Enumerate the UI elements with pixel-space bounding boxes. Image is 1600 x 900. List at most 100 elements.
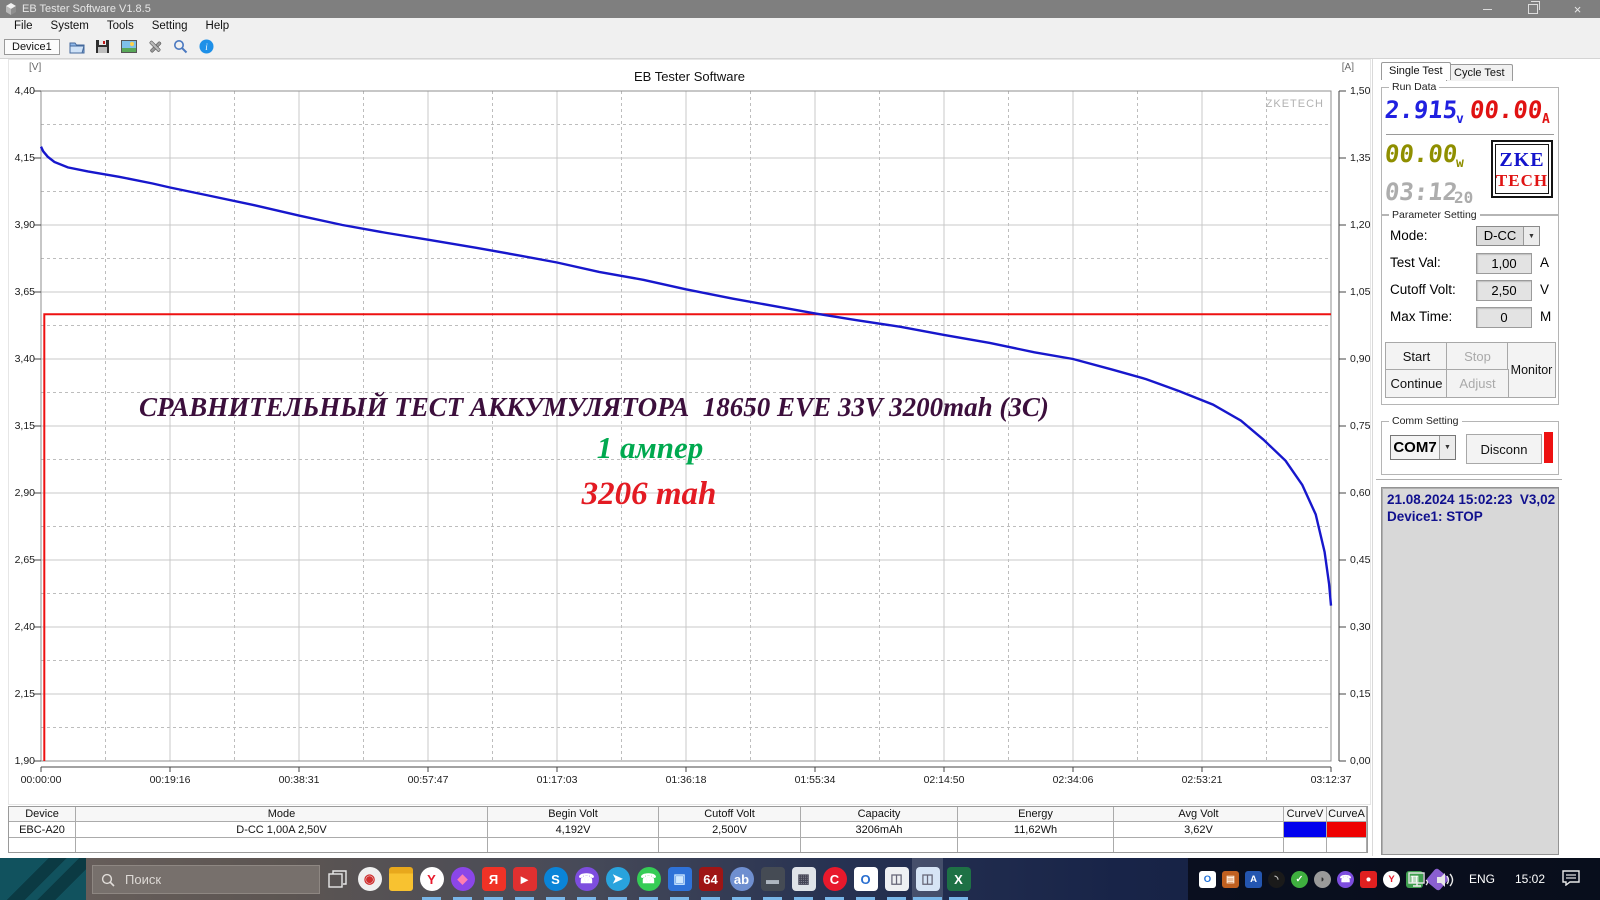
device-tab[interactable]: Device1 <box>4 39 60 55</box>
antivirus-tray-icon: ✓ <box>1291 871 1308 888</box>
chevron-down-icon[interactable]: ▼ <box>1439 436 1455 459</box>
disconnect-button[interactable]: Disconn <box>1466 434 1542 464</box>
zona-icon[interactable]: O <box>850 858 881 900</box>
voltage-unit: v <box>1456 112 1464 127</box>
power-display: 00.00 <box>1384 140 1459 168</box>
results-table: DeviceModeBegin VoltCutoff VoltCapacityE… <box>8 806 1368 853</box>
tools-icon[interactable] <box>146 38 164 55</box>
time-display: 03:12 <box>1384 178 1459 206</box>
menu-help[interactable]: Help <box>197 18 239 35</box>
file-explorer-icon[interactable] <box>385 858 416 900</box>
max-time-field[interactable]: 0 <box>1476 307 1532 328</box>
browser-o-tray-icon[interactable]: O <box>1196 871 1219 888</box>
menu-system[interactable]: System <box>42 18 98 35</box>
table-cell <box>801 838 958 852</box>
recorder-tray-icon: ● <box>1360 871 1377 888</box>
calculator-icon[interactable]: ▦ <box>788 858 819 900</box>
photos-icon[interactable]: ▣ <box>664 858 695 900</box>
tab-single-test[interactable]: Single Test <box>1381 62 1451 80</box>
table-header-row: DeviceModeBegin VoltCutoff VoltCapacityE… <box>9 807 1367 822</box>
eb-tester-active-icon[interactable]: ◫ <box>912 858 943 900</box>
taskbar-clock[interactable]: 15:02 <box>1506 872 1554 886</box>
y-left-tick-label: 2,65 <box>9 554 35 566</box>
close-button[interactable]: × <box>1555 0 1600 18</box>
menu-setting[interactable]: Setting <box>143 18 197 35</box>
start-button[interactable] <box>0 858 86 900</box>
continue-button[interactable]: Continue <box>1385 369 1448 398</box>
about-icon[interactable]: i <box>198 38 216 55</box>
column-header: Device <box>9 807 76 822</box>
logo-zke-text: ZKE <box>1499 149 1544 171</box>
yandex-tray-icon[interactable]: Y <box>1380 871 1403 888</box>
language-indicator[interactable]: ENG <box>1462 872 1502 886</box>
x-tick-label: 01:17:03 <box>525 774 589 786</box>
monitor-button[interactable]: Monitor <box>1507 342 1556 398</box>
notification-icon[interactable] <box>1562 870 1580 891</box>
viber-tray-icon[interactable]: ☎ <box>1334 871 1357 888</box>
menu-tools[interactable]: Tools <box>98 18 143 35</box>
adjust-button[interactable]: Adjust <box>1446 369 1509 398</box>
y-left-tick-label: 4,15 <box>9 152 35 164</box>
menu-bar: FileSystemToolsSettingHelp <box>0 18 1600 35</box>
zketech-logo: ZKE TECH <box>1491 140 1553 198</box>
taskbar-search[interactable] <box>92 865 320 894</box>
eb-tester-active-icon: ◫ <box>916 867 940 891</box>
com-port-dropdown[interactable]: COM7 ▼ <box>1390 435 1456 460</box>
ab-app-icon[interactable]: ab <box>726 858 757 900</box>
column-header: Begin Volt <box>488 807 659 822</box>
skype-icon[interactable]: S <box>540 858 571 900</box>
x-tick-label: 02:14:50 <box>912 774 976 786</box>
table-cell: 3,62V <box>1114 822 1284 838</box>
search-input[interactable] <box>123 871 287 888</box>
eb-tester-icon[interactable]: ◫ <box>881 858 912 900</box>
player-app-icon[interactable]: ► <box>509 858 540 900</box>
excel-icon[interactable]: X <box>943 858 974 900</box>
media-app-icon[interactable]: ◉ <box>354 858 385 900</box>
app64-icon[interactable]: 64 <box>695 858 726 900</box>
books-tray-icon[interactable]: ▤ <box>1219 871 1242 888</box>
export-image-icon[interactable] <box>120 38 138 55</box>
yandex-start-icon[interactable]: C <box>819 858 850 900</box>
satellite-tray-icon: ◝ <box>1268 871 1285 888</box>
whatsapp-icon[interactable]: ☎ <box>633 858 664 900</box>
yandex-app-icon[interactable]: Я <box>478 858 509 900</box>
column-header: CurveA <box>1327 807 1367 822</box>
table-cell: D-CC 1,00A 2,50V <box>76 822 488 838</box>
recorder-tray-icon[interactable]: ● <box>1357 871 1380 888</box>
network-icon[interactable] <box>1408 872 1430 888</box>
telegram-icon[interactable]: ➤ <box>602 858 633 900</box>
satellite-tray-icon[interactable]: ◝ <box>1265 871 1288 888</box>
minimize-button[interactable] <box>1465 0 1510 18</box>
yandex-music-icon: ◆ <box>451 867 475 891</box>
toolbar: Device1 i <box>0 35 1600 59</box>
restore-button[interactable] <box>1510 0 1555 18</box>
current-unit: A <box>1542 112 1550 127</box>
antivirus-tray-icon[interactable]: ✓ <box>1288 871 1311 888</box>
translator-tray-icon: A <box>1245 871 1262 888</box>
tab-cycle-test[interactable]: Cycle Test <box>1446 64 1513 81</box>
start-button[interactable]: Start <box>1385 342 1448 371</box>
stop-button[interactable]: Stop <box>1446 342 1509 371</box>
current-display: 00.00 <box>1469 96 1544 124</box>
device-tray-icon[interactable]: ◗ <box>1311 871 1334 888</box>
zoom-icon[interactable] <box>172 38 190 55</box>
yandex-browser-icon: Y <box>420 867 444 891</box>
translator-tray-icon[interactable]: A <box>1242 871 1265 888</box>
chevron-down-icon[interactable]: ▼ <box>1523 227 1539 245</box>
cutoff-volt-field[interactable]: 2,50 <box>1476 280 1532 301</box>
yandex-browser-icon[interactable]: Y <box>416 858 447 900</box>
yandex-music-icon[interactable]: ◆ <box>447 858 478 900</box>
com-port-value: COM7 <box>1391 436 1439 459</box>
save-icon[interactable] <box>94 38 112 55</box>
task-view-icon[interactable] <box>328 870 348 888</box>
keyboard-app-icon[interactable]: ▬ <box>757 858 788 900</box>
comm-setting-label: Comm Setting <box>1389 415 1462 427</box>
menu-file[interactable]: File <box>5 18 42 35</box>
open-file-icon[interactable] <box>68 38 86 55</box>
table-row[interactable]: EBC-A20D-CC 1,00A 2,50V4,192V2,500V3206m… <box>9 822 1367 838</box>
x-tick-label: 00:57:47 <box>396 774 460 786</box>
test-val-field[interactable]: 1,00 <box>1476 253 1532 274</box>
mode-dropdown[interactable]: D-CC ▼ <box>1476 226 1540 246</box>
viber-icon[interactable]: ☎ <box>571 858 602 900</box>
speaker-icon[interactable] <box>1436 872 1456 888</box>
